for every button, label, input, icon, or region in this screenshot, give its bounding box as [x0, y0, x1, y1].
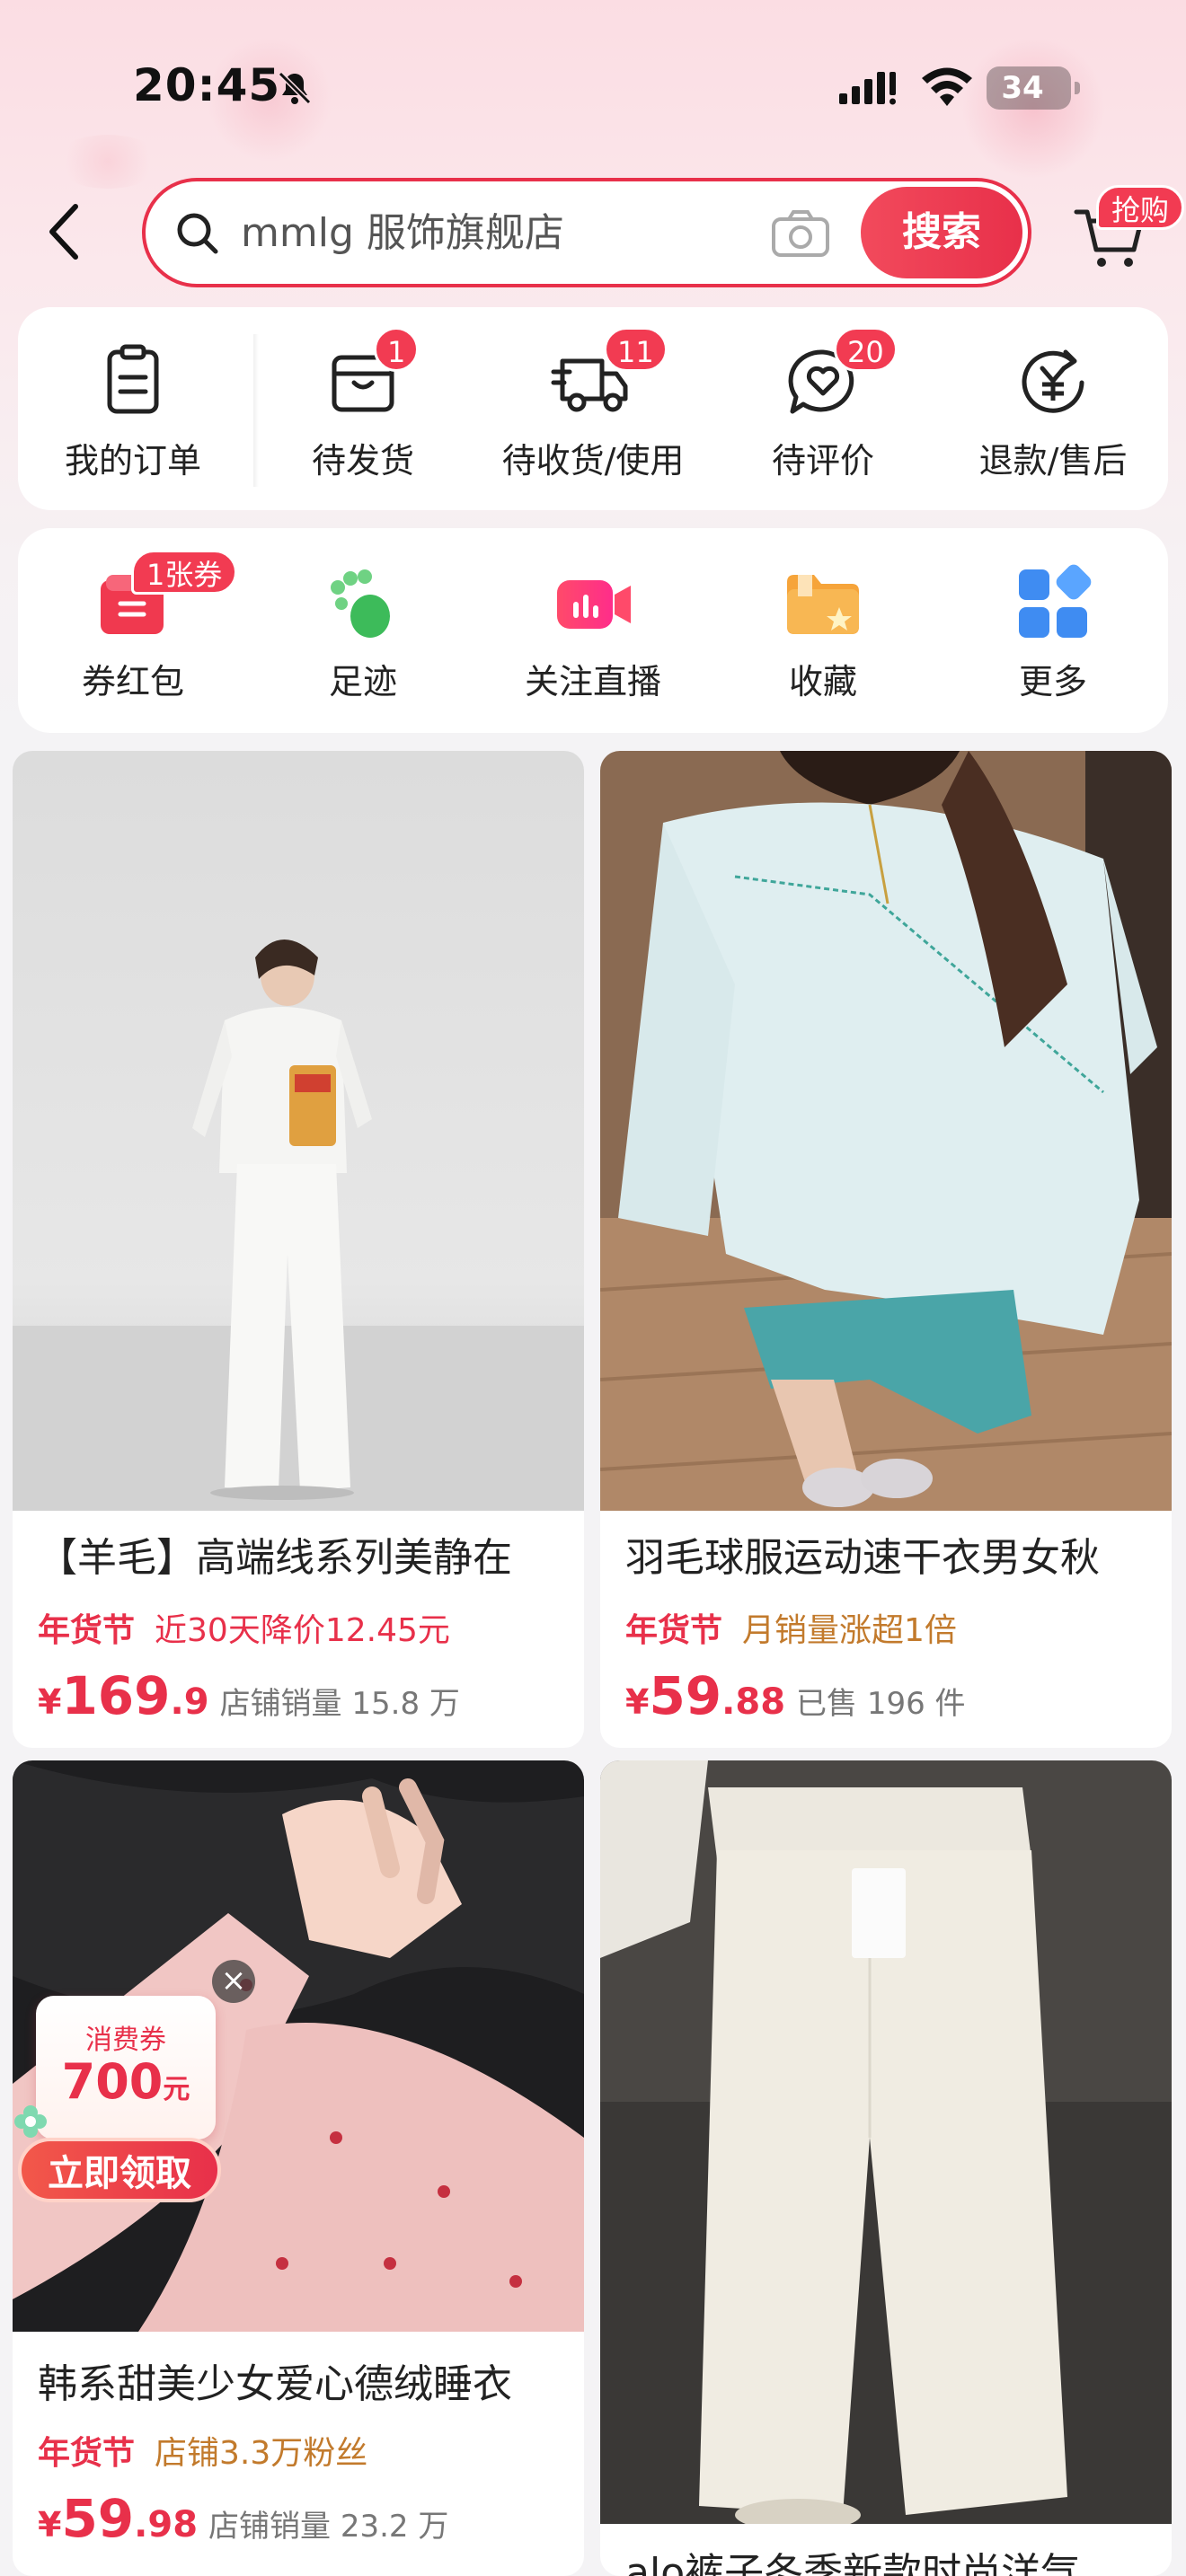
product-tags: 年货节 店铺3.3万粉丝 [38, 2427, 367, 2474]
claim-now-button[interactable]: 立即领取 [18, 2138, 221, 2202]
currency-symbol: ¥ [38, 2505, 62, 2545]
price-integer: 169 [61, 1665, 171, 1726]
quick-label: 关注直播 [524, 662, 661, 701]
page: 20:45 34 mmlg 服饰旗舰店 搜索 抢购 我的订单 1 待发货 11 … [0, 0, 1186, 2576]
promo-subtext: 月销量涨超1倍 [742, 1612, 957, 1649]
to-review-count-badge: 20 [834, 327, 898, 372]
product-card[interactable]: 羽毛球服运动速干衣男女秋 年货节 月销量涨超1倍 ¥59.88 已售 196 件 [600, 751, 1172, 1748]
currency-symbol: ¥ [625, 1682, 650, 1722]
cellular-signal-icon [839, 72, 896, 105]
coupon-title: 消费券 [85, 2025, 166, 2056]
product-title: 韩系甜美少女爱心德绒睡衣 [38, 2361, 512, 2407]
product-image [600, 751, 1172, 1511]
more-grid-icon [1019, 564, 1092, 638]
to-ship-count-badge: 1 [374, 327, 420, 372]
coupon-unit: 元 [163, 2074, 190, 2105]
product-price: ¥59.88 已售 196 件 [625, 1665, 966, 1726]
order-label: 待收货/使用 [501, 441, 685, 481]
product-price: ¥59.98 店铺销量 23.2 万 [38, 2488, 448, 2549]
coupons-button[interactable]: 1张券 券红包 [18, 528, 248, 733]
coupon-amount: 700 [61, 2053, 164, 2110]
search-input[interactable]: mmlg 服饰旗舰店 [241, 208, 564, 259]
promo-tag: 年货节 [625, 1612, 723, 1649]
product-tags: 年货节 月销量涨超1倍 [625, 1604, 957, 1651]
product-image [13, 751, 584, 1511]
promo-tag: 年货节 [38, 2435, 136, 2472]
search-icon [177, 213, 218, 254]
price-decimal: .98 [134, 2504, 199, 2545]
cart-button[interactable]: 抢购 [1066, 185, 1185, 284]
more-button[interactable]: 更多 [938, 528, 1168, 733]
price-decimal: .9 [170, 1681, 209, 1723]
coupon-card: 消费券 700元 [36, 1996, 216, 2139]
my-orders-button[interactable]: 我的订单 [18, 307, 248, 510]
status-time: 20:45 [133, 59, 281, 111]
product-title: 羽毛球服运动速干衣男女秋 [625, 1535, 1100, 1581]
to-receive-count-badge: 11 [604, 327, 668, 372]
refund-yen-icon [1022, 349, 1084, 413]
currency-symbol: ¥ [38, 1682, 62, 1722]
order-label: 待发货 [311, 441, 414, 481]
product-tags: 年货节 近30天降价12.45元 [38, 1604, 450, 1651]
product-title: alo裤子冬季新款时尚洋气 [625, 2550, 1081, 2576]
favorites-button[interactable]: 收藏 [708, 528, 938, 733]
footprint-button[interactable]: 足迹 [248, 528, 478, 733]
product-price: ¥169.9 店铺销量 15.8 万 [38, 1665, 460, 1726]
search-button[interactable]: 搜索 [861, 187, 1022, 278]
quick-label: 收藏 [788, 662, 857, 701]
sales-count: 店铺销量 15.8 万 [219, 1686, 460, 1722]
product-image [600, 1760, 1172, 2524]
coupon-popup[interactable]: 消费券 700元 立即领取 × [14, 1960, 255, 2211]
cart-promo-badge: 抢购 [1096, 185, 1185, 230]
promo-subtext: 近30天降价12.45元 [155, 1612, 450, 1649]
followed-live-button[interactable]: 关注直播 [478, 528, 708, 733]
sales-count: 已售 196 件 [796, 1686, 966, 1722]
battery-indicator: 34 [987, 66, 1080, 110]
quick-access-panel: 1张券 券红包 足迹 关注直播 收藏 更多 [18, 528, 1168, 733]
footprint-icon [331, 569, 390, 638]
favorite-folder-icon [787, 575, 859, 634]
flower-decoration-icon [14, 2105, 47, 2138]
price-integer: 59 [61, 2488, 135, 2549]
to-receive-button[interactable]: 11 待收货/使用 [478, 307, 708, 510]
to-review-button[interactable]: 20 待评价 [708, 307, 938, 510]
quick-label: 更多 [1018, 662, 1087, 701]
product-card[interactable]: 【羊毛】高端线系列美静在 年货节 近30天降价12.45元 ¥169.9 店铺销量 … [13, 751, 584, 1748]
camera-icon[interactable] [769, 207, 832, 260]
promo-tag: 年货节 [38, 1612, 136, 1649]
live-camera-icon [557, 580, 631, 629]
refund-button[interactable]: 退款/售后 [938, 307, 1168, 510]
sales-count: 店铺销量 23.2 万 [208, 2509, 449, 2545]
battery-level: 34 [1001, 70, 1044, 106]
product-card[interactable]: alo裤子冬季新款时尚洋气 [600, 1760, 1172, 2576]
order-label: 我的订单 [64, 441, 201, 481]
promo-subtext: 店铺3.3万粉丝 [155, 2435, 368, 2472]
order-status-panel: 我的订单 1 待发货 11 待收货/使用 20 待评价 退款/售后 [18, 307, 1168, 510]
wifi-icon [922, 67, 972, 106]
order-label: 待评价 [771, 441, 874, 481]
to-ship-button[interactable]: 1 待发货 [248, 307, 478, 510]
quick-label: 券红包 [81, 662, 184, 701]
coupon-count-badge: 1张券 [131, 550, 238, 595]
order-label: 退款/售后 [978, 441, 1128, 481]
product-title: 【羊毛】高端线系列美静在 [38, 1535, 512, 1581]
bell-mute-icon [278, 71, 312, 105]
back-arrow-icon[interactable] [40, 199, 93, 264]
order-list-icon [107, 344, 159, 414]
close-icon[interactable]: × [212, 1960, 255, 2003]
quick-label: 足迹 [328, 662, 397, 701]
search-bar[interactable]: mmlg 服饰旗舰店 搜索 [142, 178, 1031, 287]
price-decimal: .88 [721, 1681, 786, 1723]
status-bar: 20:45 34 [0, 0, 1186, 171]
battery-cap [1075, 82, 1080, 94]
coupon-value: 700元 [36, 2053, 216, 2110]
price-integer: 59 [649, 1665, 722, 1726]
